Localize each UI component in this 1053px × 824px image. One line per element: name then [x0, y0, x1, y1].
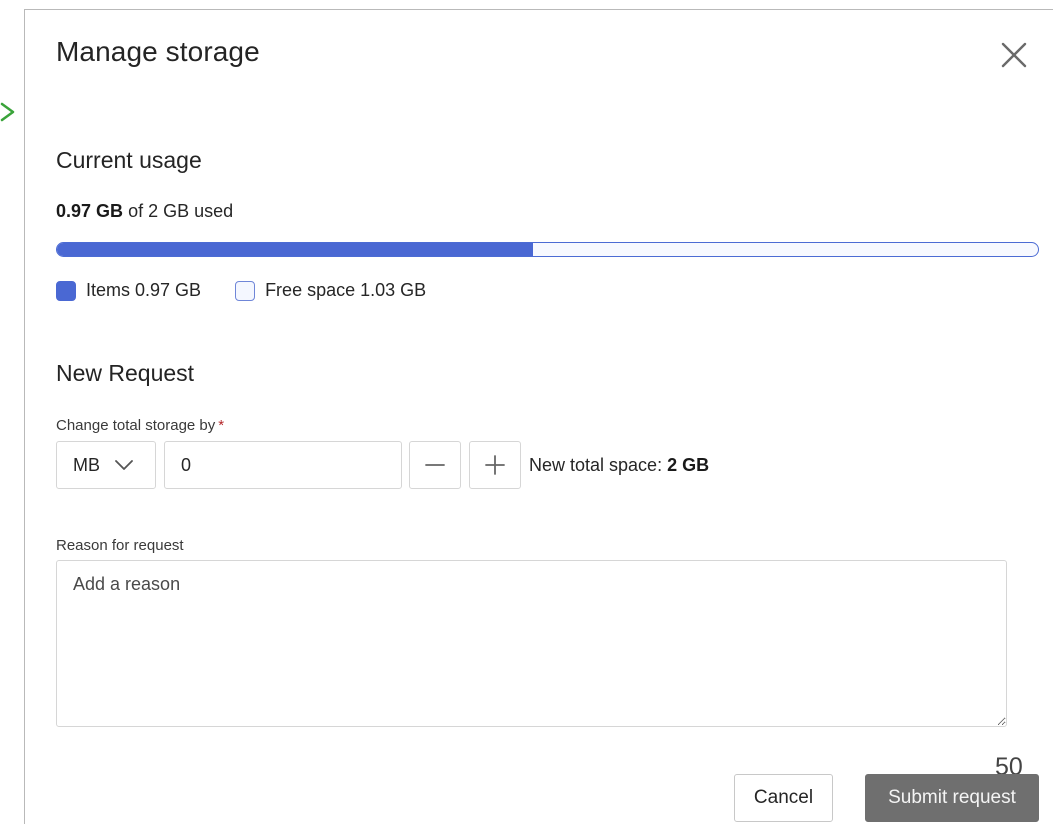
change-storage-label: Change total storage by * [56, 417, 224, 434]
usage-legend: Items 0.97 GB Free space 1.03 GB [56, 280, 460, 301]
minus-icon [425, 464, 445, 466]
dialog-title: Manage storage [56, 36, 260, 67]
used-suffix: of 2 GB used [128, 201, 234, 221]
new-total-space: New total space: 2 GB [529, 455, 709, 476]
items-swatch [56, 280, 76, 301]
legend-free-label: Free space 1.03 GB [265, 280, 427, 300]
close-button[interactable] [997, 38, 1031, 72]
free-space-swatch [235, 280, 256, 301]
cancel-button[interactable]: Cancel [734, 774, 833, 822]
usage-progress-bar [56, 242, 1039, 257]
legend-items: Items 0.97 GB [56, 280, 201, 301]
new-total-prefix: New total space: [529, 455, 663, 475]
close-icon [1001, 42, 1027, 68]
screen: Manage storage Current usage 0.97 GB of … [0, 0, 1053, 824]
manage-storage-dialog: Manage storage Current usage 0.97 GB of … [24, 9, 1053, 824]
plus-icon [485, 455, 505, 475]
chevron-right-icon [0, 102, 15, 122]
decrement-button[interactable] [409, 441, 461, 489]
increment-button[interactable] [469, 441, 521, 489]
new-request-heading: New Request [56, 360, 195, 386]
reason-label: Reason for request [56, 537, 184, 554]
unit-select[interactable]: MB [56, 441, 156, 489]
used-value: 0.97 GB [56, 201, 124, 221]
unit-selected-value: MB [73, 454, 100, 475]
legend-items-label: Items 0.97 GB [86, 280, 202, 300]
chevron-down-icon [114, 459, 134, 471]
reason-textarea[interactable] [56, 560, 1007, 727]
submit-request-button[interactable]: Submit request [865, 774, 1039, 822]
required-marker: * [218, 417, 225, 434]
usage-progress-fill [57, 243, 533, 256]
new-total-value: 2 GB [667, 455, 710, 475]
usage-summary: 0.97 GB of 2 GB used [56, 201, 233, 222]
current-usage-heading: Current usage [56, 147, 202, 173]
change-storage-label-text: Change total storage by [56, 417, 216, 434]
storage-amount-input[interactable] [164, 441, 402, 489]
legend-free-space: Free space 1.03 GB [235, 280, 426, 301]
